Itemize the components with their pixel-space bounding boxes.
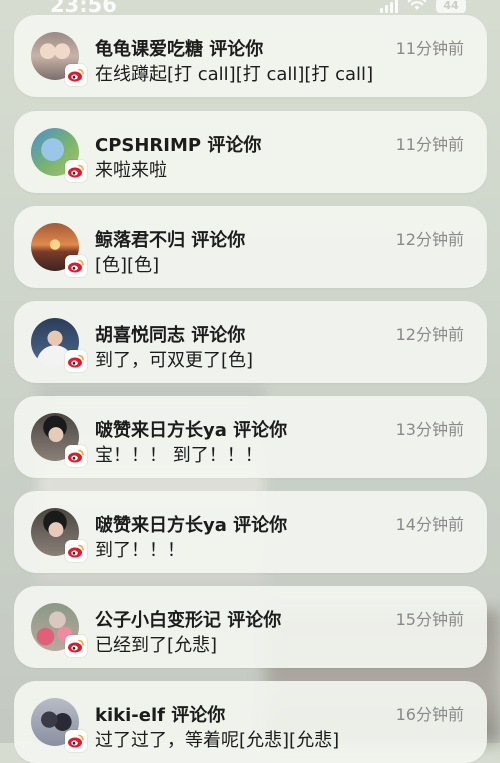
notification-time: 15分钟前 bbox=[395, 610, 464, 629]
notification-card[interactable]: 公子小白变形记 评论你 已经到了[允悲] 15分钟前 bbox=[14, 586, 487, 668]
notification-title: 啵赞来日方长ya 评论你 bbox=[95, 515, 288, 536]
notification-time: 11分钟前 bbox=[395, 39, 464, 58]
notification-title: 公子小白变形记 评论你 bbox=[95, 610, 282, 631]
avatar-wrap bbox=[31, 508, 87, 562]
status-icons: 44 bbox=[380, 0, 466, 15]
weibo-icon bbox=[65, 730, 87, 752]
notification-message: 到了！！！ bbox=[95, 540, 185, 561]
weibo-icon bbox=[65, 64, 87, 86]
notification-card[interactable]: CPSHRIMP 评论你 来啦来啦 11分钟前 bbox=[14, 111, 487, 193]
notification-time: 14分钟前 bbox=[395, 515, 464, 534]
notification-time: 12分钟前 bbox=[395, 325, 464, 344]
notification-card[interactable]: kiki-elf 评论你 过了过了，等着呢[允悲][允悲] 16分钟前 bbox=[14, 681, 487, 763]
notification-time: 13分钟前 bbox=[395, 420, 464, 439]
wifi-icon bbox=[407, 0, 427, 15]
notification-card[interactable]: 胡喜悦同志 评论你 到了，可双更了[色] 12分钟前 bbox=[14, 301, 487, 383]
notification-time: 11分钟前 bbox=[395, 135, 464, 154]
battery-icon: 44 bbox=[436, 0, 466, 13]
notification-message: 来啦来啦 bbox=[95, 160, 167, 181]
weibo-icon bbox=[65, 445, 87, 467]
avatar-wrap bbox=[31, 318, 87, 372]
weibo-icon bbox=[65, 540, 87, 562]
weibo-icon bbox=[65, 635, 87, 657]
cellular-signal-icon bbox=[380, 0, 398, 13]
notification-message: 到了，可双更了[色] bbox=[95, 350, 254, 371]
notification-card[interactable]: 啵赞来日方长ya 评论你 到了！！！ 14分钟前 bbox=[14, 491, 487, 573]
notification-message: 过了过了，等着呢[允悲][允悲] bbox=[95, 730, 340, 751]
notification-card[interactable]: 鲸落君不归 评论你 [色][色] 12分钟前 bbox=[14, 206, 487, 288]
notification-title: 鲸落君不归 评论你 bbox=[95, 230, 246, 251]
notification-time: 16分钟前 bbox=[395, 705, 464, 724]
notification-time: 12分钟前 bbox=[395, 230, 464, 249]
weibo-icon bbox=[65, 255, 87, 277]
avatar-wrap bbox=[31, 128, 87, 182]
avatar-wrap bbox=[31, 698, 87, 752]
avatar-wrap bbox=[31, 32, 87, 86]
notification-title: kiki-elf 评论你 bbox=[95, 705, 226, 726]
notification-message: 已经到了[允悲] bbox=[95, 635, 218, 656]
notification-message: 在线蹲起[打 call][打 call][打 call] bbox=[95, 64, 374, 85]
weibo-icon bbox=[65, 350, 87, 372]
avatar-wrap bbox=[31, 413, 87, 467]
weibo-icon bbox=[65, 160, 87, 182]
notification-message: [色][色] bbox=[95, 255, 160, 276]
notification-card[interactable]: 龟龟课爱吃糖 评论你 在线蹲起[打 call][打 call][打 call] … bbox=[14, 15, 487, 97]
notification-card[interactable]: 啵赞来日方长ya 评论你 宝！！！ 到了！！！ 13分钟前 bbox=[14, 396, 487, 478]
notification-message: 宝！！！ 到了！！！ bbox=[95, 445, 263, 466]
avatar-wrap bbox=[31, 223, 87, 277]
notification-title: 龟龟课爱吃糖 评论你 bbox=[95, 39, 264, 60]
notification-title: 胡喜悦同志 评论你 bbox=[95, 325, 246, 346]
notification-title: 啵赞来日方长ya 评论你 bbox=[95, 420, 288, 441]
notification-title: CPSHRIMP 评论你 bbox=[95, 135, 262, 156]
avatar-wrap bbox=[31, 603, 87, 657]
